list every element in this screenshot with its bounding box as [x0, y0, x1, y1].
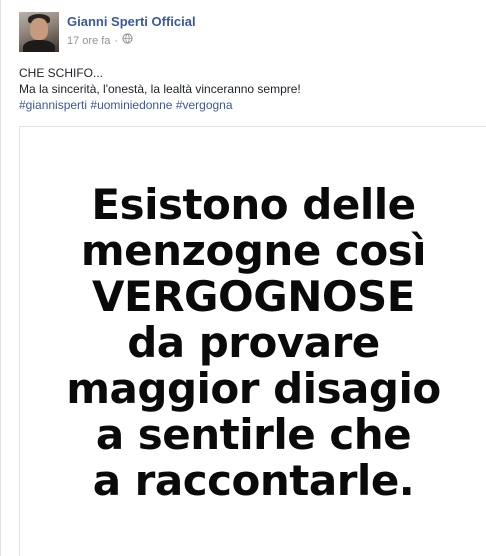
hashtag-link[interactable]: #giannisperti — [19, 98, 87, 112]
avatar-face — [30, 18, 48, 40]
caption-line-2: Ma la sincerità, l'onestà, la lealtà vin… — [19, 82, 301, 96]
hashtag-link[interactable]: #uominiedonne — [90, 98, 172, 112]
post-header: Gianni Sperti Official 17 ore fa · — [19, 12, 196, 54]
hashtag-link[interactable]: #vergogna — [176, 98, 233, 112]
post-meta: Gianni Sperti Official 17 ore fa · — [67, 12, 196, 48]
facebook-post: Gianni Sperti Official 17 ore fa · CHE S… — [0, 0, 486, 556]
author-avatar[interactable] — [19, 12, 59, 52]
quote-text: Esistono delle menzogne così VERGOGNOSE … — [20, 182, 486, 504]
meta-separator: · — [114, 34, 119, 47]
quote-line: a sentirle che — [95, 410, 412, 459]
hashtag-list: #giannisperti #uominiedonne #vergogna — [19, 97, 474, 113]
post-timestamp[interactable]: 17 ore fa — [67, 34, 110, 48]
avatar-shirt — [23, 40, 55, 52]
author-name[interactable]: Gianni Sperti Official — [67, 14, 196, 30]
quote-line: menzogne così — [80, 226, 427, 275]
quote-line: maggior disagio — [66, 364, 441, 413]
quote-line: a raccontarle. — [92, 456, 415, 505]
quote-line: VERGOGNOSE — [92, 272, 415, 321]
globe-icon[interactable] — [122, 33, 133, 48]
post-caption: CHE SCHIFO... Ma la sincerità, l'onestà,… — [19, 65, 474, 113]
post-subline: 17 ore fa · — [67, 33, 196, 48]
caption-line-1: CHE SCHIFO... — [19, 66, 104, 80]
quote-line: Esistono delle — [91, 180, 416, 229]
post-image[interactable]: Esistono delle menzogne così VERGOGNOSE … — [19, 126, 486, 556]
quote-line: da provare — [127, 318, 380, 367]
